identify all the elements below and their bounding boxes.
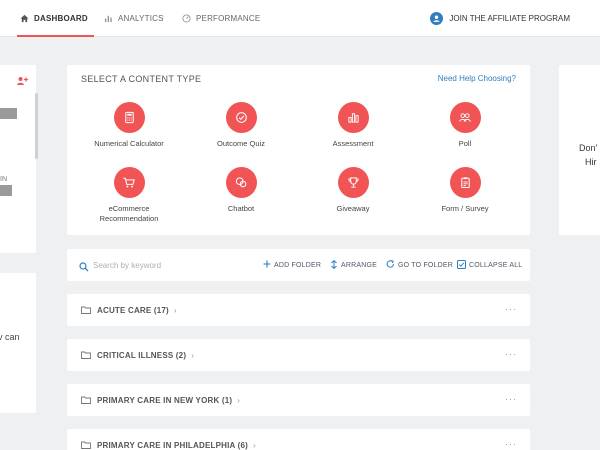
- folder-row[interactable]: PRIMARY CARE IN NEW YORK (1) › ···: [67, 384, 530, 416]
- left-panel-scrollbar[interactable]: [35, 93, 38, 159]
- need-help-link[interactable]: Need Help Choosing?: [438, 74, 516, 83]
- folder-row[interactable]: CRITICAL ILLNESS (2) › ···: [67, 339, 530, 371]
- folder-row[interactable]: ACUTE CARE (17) › ···: [67, 294, 530, 326]
- more-options-icon[interactable]: ···: [505, 304, 517, 314]
- folder-toolbar: ADD FOLDER ARRANGE GO TO FOLDER COLLAPSE…: [67, 249, 530, 281]
- folder-icon: [81, 301, 91, 319]
- right-panel-line: Hir: [585, 157, 597, 168]
- affiliate-program-link[interactable]: JOIN THE AFFILIATE PROGRAM: [430, 0, 570, 37]
- content-type-label: Poll: [458, 139, 472, 148]
- content-type-giveaway[interactable]: Giveaway: [298, 167, 408, 214]
- user-badge-icon: [430, 12, 444, 25]
- right-panel-card: Don' Hir: [559, 65, 600, 235]
- redirect-icon: [386, 259, 395, 270]
- collapse-all-button[interactable]: COLLAPSE ALL: [457, 249, 522, 281]
- clipboard-icon: [449, 167, 481, 198]
- chevron-right-icon: ›: [253, 440, 256, 450]
- right-panel-text: Don' Hir: [579, 141, 597, 170]
- go-to-folder-button[interactable]: GO TO FOLDER: [386, 249, 453, 281]
- search-input[interactable]: [93, 257, 243, 273]
- chevron-right-icon: ›: [173, 305, 177, 315]
- gauge-icon: [182, 14, 191, 23]
- content-type-title: SELECT A CONTENT TYPE: [81, 74, 202, 84]
- folder-icon: [81, 346, 91, 364]
- arrange-label: ARRANGE: [341, 261, 378, 269]
- checkbox-icon: [457, 259, 466, 271]
- more-options-icon[interactable]: ···: [505, 394, 517, 404]
- folder-icon: [81, 391, 91, 409]
- chevron-right-icon: ›: [191, 350, 194, 360]
- content-type-chatbot[interactable]: Chatbot: [186, 167, 296, 214]
- folder-name: PRIMARY CARE IN NEW YORK (1): [97, 395, 233, 405]
- more-options-icon[interactable]: ···: [505, 349, 517, 359]
- content-type-outcome-quiz[interactable]: Outcome Quiz: [186, 102, 296, 149]
- tab-label: PERFORMANCE: [196, 14, 261, 23]
- content-type-label: Numerical Calculator: [94, 139, 164, 148]
- tab-label: DASHBOARD: [34, 14, 88, 23]
- users-icon: [449, 102, 481, 133]
- chevron-right-icon: ›: [237, 395, 240, 405]
- arrange-button[interactable]: ARRANGE: [330, 249, 377, 281]
- cart-icon: [113, 167, 145, 198]
- left-panel-card: IN: [0, 65, 36, 253]
- folder-name: PRIMARY CARE IN PHILADELPHIA (6): [97, 440, 249, 450]
- go-to-folder-label: GO TO FOLDER: [398, 261, 454, 269]
- content-type-label: Form / Survey: [441, 204, 489, 213]
- content-type-label: Outcome Quiz: [217, 139, 265, 148]
- bar-chart-icon: [104, 14, 113, 23]
- content-type-ecommerce-recommendation[interactable]: eCommerce Recommendation: [74, 167, 184, 224]
- left-snippet-in: IN: [0, 176, 7, 183]
- folder-name: ACUTE CARE (17): [97, 305, 169, 315]
- folder-icon: [81, 436, 91, 450]
- affiliate-label: JOIN THE AFFILIATE PROGRAM: [449, 14, 570, 23]
- content-type-assessment[interactable]: Assessment: [298, 102, 408, 149]
- tab-dashboard[interactable]: DASHBOARD: [17, 0, 94, 37]
- content-type-poll[interactable]: Poll: [410, 102, 520, 149]
- chat-icon: [225, 167, 257, 198]
- folder-row[interactable]: PRIMARY CARE IN PHILADELPHIA (6) › ···: [67, 429, 530, 450]
- add-user-icon[interactable]: [16, 73, 28, 91]
- tab-label: ANALYTICS: [118, 14, 164, 23]
- placeholder-bar: [0, 185, 12, 196]
- tab-performance[interactable]: PERFORMANCE: [182, 0, 260, 37]
- content-type-label: eCommerce Recommendation: [99, 204, 159, 223]
- content-type-numerical-calculator[interactable]: Numerical Calculator: [74, 102, 184, 149]
- arrange-icon: [330, 259, 338, 271]
- search-icon: [79, 259, 89, 277]
- add-folder-button[interactable]: ADD FOLDER: [263, 249, 321, 281]
- check-circle-icon: [225, 102, 257, 133]
- tab-analytics[interactable]: ANALYTICS: [104, 0, 164, 37]
- collapse-all-label: COLLAPSE ALL: [469, 261, 523, 269]
- bar-chart-icon: [337, 102, 369, 133]
- content-type-card: SELECT A CONTENT TYPE Need Help Choosing…: [67, 65, 530, 235]
- add-folder-label: ADD FOLDER: [274, 261, 322, 269]
- more-options-icon[interactable]: ···: [505, 439, 517, 449]
- left-snippet-can: v can: [0, 332, 20, 342]
- content-type-label: Assessment: [332, 139, 374, 148]
- right-panel-line: Don': [579, 143, 598, 153]
- left-panel-card-2: v can: [0, 273, 36, 413]
- content-type-form-survey[interactable]: Form / Survey: [410, 167, 520, 214]
- trophy-icon: [337, 167, 369, 198]
- folder-name: CRITICAL ILLNESS (2): [97, 350, 187, 360]
- placeholder-bar: [0, 108, 17, 119]
- content-type-label: Chatbot: [227, 204, 255, 213]
- top-navigation: DASHBOARD ANALYTICS PERFORMANCE JOIN THE…: [0, 0, 600, 37]
- calculator-icon: [113, 102, 145, 133]
- content-type-label: Giveaway: [336, 204, 370, 213]
- plus-icon: [263, 260, 271, 270]
- home-icon: [20, 14, 29, 23]
